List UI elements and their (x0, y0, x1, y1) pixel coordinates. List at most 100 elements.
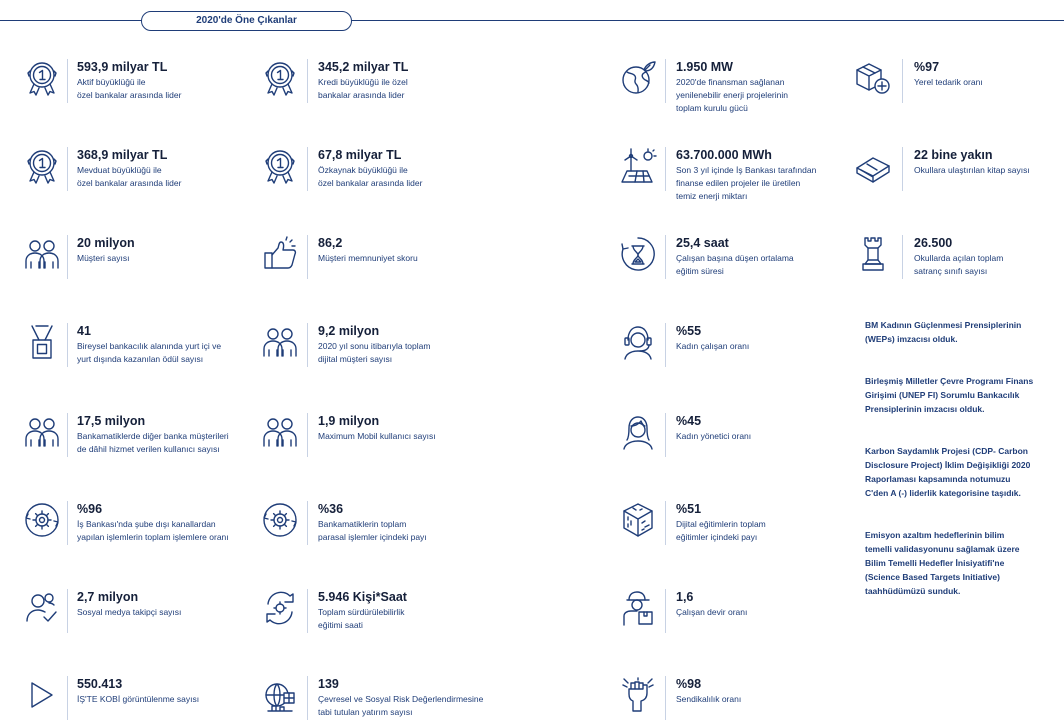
highlight-description: Sendikalılık oranı (676, 693, 741, 706)
description-line: özel bankalar arasında lider (318, 178, 423, 188)
recycle-arrows-icon (260, 588, 300, 628)
description-line: Okullarda açılan toplam (914, 253, 1004, 263)
note-line: Birleşmiş Milletler Çevre Programı Finan… (865, 376, 1034, 386)
book-icon (853, 146, 893, 186)
description-line: bankalar arasında lider (318, 90, 405, 100)
union-fist-icon (618, 675, 658, 715)
description-line: Müşteri memnuniyet skoru (318, 253, 418, 263)
description-line: de dâhil hizmet verilen kullanıcı sayısı (77, 444, 220, 454)
item-divider (902, 235, 903, 279)
description-line: İŞ'TE KOBİ görüntülenme sayısı (77, 694, 200, 704)
highlight-description: İş Bankası'nda şube dışı kanallardan yapı… (77, 518, 229, 544)
highlight-text: 593,9 milyar TL Aktif büyüklüğü ile özel b… (77, 60, 181, 102)
commitment-note: Emisyon azaltım hedeflerinin bilim temell… (865, 528, 1055, 598)
description-line: Mevduat büyüklüğü ile (77, 165, 162, 175)
item-divider (67, 501, 68, 545)
highlight-description: 2020 yıl sonu itibarıyla toplam dijital m… (318, 340, 430, 366)
description-line: Sosyal medya takipçi sayısı (77, 607, 182, 617)
highlight-value: 25,4 saat (676, 236, 729, 250)
medal-icon (22, 58, 62, 98)
description-line: Kadın yönetici oranı (676, 431, 752, 441)
description-line: Son 3 yıl içinde İş Bankası tarafından (676, 165, 817, 175)
description-line: Çevresel ve Sosyal Risk Değerlendirmesin… (318, 694, 484, 704)
highlight-description: Kredi büyüklüğü ile özel bankalar arasınd… (318, 76, 408, 102)
description-line: Özkaynak büyüklüğü ile (318, 165, 408, 175)
item-divider (67, 59, 68, 103)
award-medal-icon (22, 322, 62, 362)
highlight-text: %45 Kadın yönetici oranı (676, 414, 751, 443)
description-line: eğitimler içindeki payı (676, 532, 758, 542)
note-line: (Science Based Targets Initiative) (865, 572, 1000, 582)
description-line: özel bankalar arasında lider (77, 90, 182, 100)
item-divider (665, 59, 666, 103)
note-line: Bilim Temelli Hedefler İnisiyatifi'ne (865, 558, 1005, 568)
highlight-value: 63.700.000 MWh (676, 148, 772, 162)
highlight-value: 2,7 milyon (77, 590, 139, 604)
highlight-text: 1.950 MW 2020'de finansman sağlanan yenile… (676, 60, 788, 115)
item-divider (67, 589, 68, 633)
item-divider (665, 147, 666, 191)
highlight-text: 2,7 milyon Sosyal medya takipçi sayısı (77, 590, 181, 619)
description-line: Çalışan devir oranı (676, 607, 748, 617)
note-line: Emisyon azaltım hedeflerinin bilim (865, 530, 1005, 540)
highlight-value: %98 (676, 677, 702, 691)
medal-icon (260, 58, 300, 98)
highlight-description: 2020'de finansman sağlanan yenilenebilir … (676, 76, 788, 115)
boxes-plus-icon (853, 58, 893, 98)
item-divider (307, 323, 308, 367)
item-divider (665, 413, 666, 457)
highlight-value: 139 (318, 677, 339, 691)
commitment-note: Birleşmiş Milletler Çevre Programı Finan… (865, 374, 1055, 416)
highlight-value: 5.946 Kişi*Saat (318, 590, 407, 604)
highlight-text: 5.946 Kişi*Saat Toplam sürdürülebilirlik e… (318, 590, 407, 632)
item-divider (67, 413, 68, 457)
gear-cycle-icon (22, 500, 62, 540)
description-line: Bireysel bankacılık alanında yurt içi ve (77, 341, 222, 351)
item-divider (67, 676, 68, 720)
note-line: Raporlaması kapsamında notumuzu (865, 474, 1011, 484)
highlight-value: 345,2 milyar TL (318, 60, 409, 74)
description-line: eğitimi saati (318, 620, 363, 630)
item-divider (665, 501, 666, 545)
highlight-text: 550.413 İŞ'TE KOBİ görüntülenme sayısı (77, 677, 199, 706)
people-group-icon (22, 412, 62, 452)
note-line: C'den A (-) liderlik kategorisine taşıdı… (865, 488, 1021, 498)
highlight-text: %97 Yerel tedarik oranı (914, 60, 983, 89)
highlight-value: 1,9 milyon (318, 414, 380, 428)
section-title: 2020'de Öne Çıkanlar (141, 11, 352, 31)
highlight-value: %45 (676, 414, 702, 428)
highlight-value: 41 (77, 324, 91, 338)
highlight-description: Yerel tedarik oranı (914, 76, 983, 89)
highlight-description: Aktif büyüklüğü ile özel bankalar arasınd… (77, 76, 181, 102)
highlight-text: 25,4 saat Çalışan başına düşen ortalama eğ… (676, 236, 794, 278)
description-line: Maximum Mobil kullanıcı sayısı (318, 431, 436, 441)
item-divider (307, 59, 308, 103)
highlight-value: %97 (914, 60, 940, 74)
highlight-value: 593,9 milyar TL (77, 60, 168, 74)
highlight-text: 345,2 milyar TL Kredi büyüklüğü ile özel b… (318, 60, 408, 102)
highlight-text: 86,2 Müşteri memnuniyet skoru (318, 236, 418, 265)
description-line: İş Bankası'nda şube dışı kanallardan (77, 519, 216, 529)
item-divider (307, 413, 308, 457)
wind-solar-icon (618, 146, 658, 186)
highlight-value: 17,5 milyon (77, 414, 146, 428)
description-line: Çalışan başına düşen ortalama (676, 253, 794, 263)
highlight-text: %36 Bankamatiklerin toplam parasal işlemle… (318, 502, 427, 544)
highlight-description: Dijital eğitimlerin toplam eğitimler için… (676, 518, 766, 544)
highlight-text: %55 Kadın çalışan oranı (676, 324, 749, 353)
highlight-description: Bankamatiklerin toplam parasal işlemler i… (318, 518, 427, 544)
chess-rook-icon (853, 234, 893, 274)
highlight-value: 67,8 milyar TL (318, 148, 402, 162)
highlight-description: Toplam sürdürülebilirlik eğitimi saati (318, 606, 407, 632)
description-line: eğitim süresi (676, 266, 724, 276)
highlight-text: 26.500 Okullarda açılan toplam satranç sın… (914, 236, 1003, 278)
description-line: yenilenebilir enerji projelerinin (676, 90, 788, 100)
description-line: Bankamatiklerin toplam (318, 519, 407, 529)
highlight-text: 17,5 milyon Bankamatiklerde diğer banka m… (77, 414, 229, 456)
item-divider (902, 147, 903, 191)
highlight-text: 63.700.000 MWh Son 3 yıl içinde İş Bankas… (676, 148, 816, 203)
highlight-description: Özkaynak büyüklüğü ile özel bankalar aras… (318, 164, 422, 190)
highlight-description: Çalışan başına düşen ortalama eğitim süre… (676, 252, 794, 278)
highlight-description: Bankamatiklerde diğer banka müşterileri d… (77, 430, 229, 456)
highlight-description: Kadın çalışan oranı (676, 340, 749, 353)
